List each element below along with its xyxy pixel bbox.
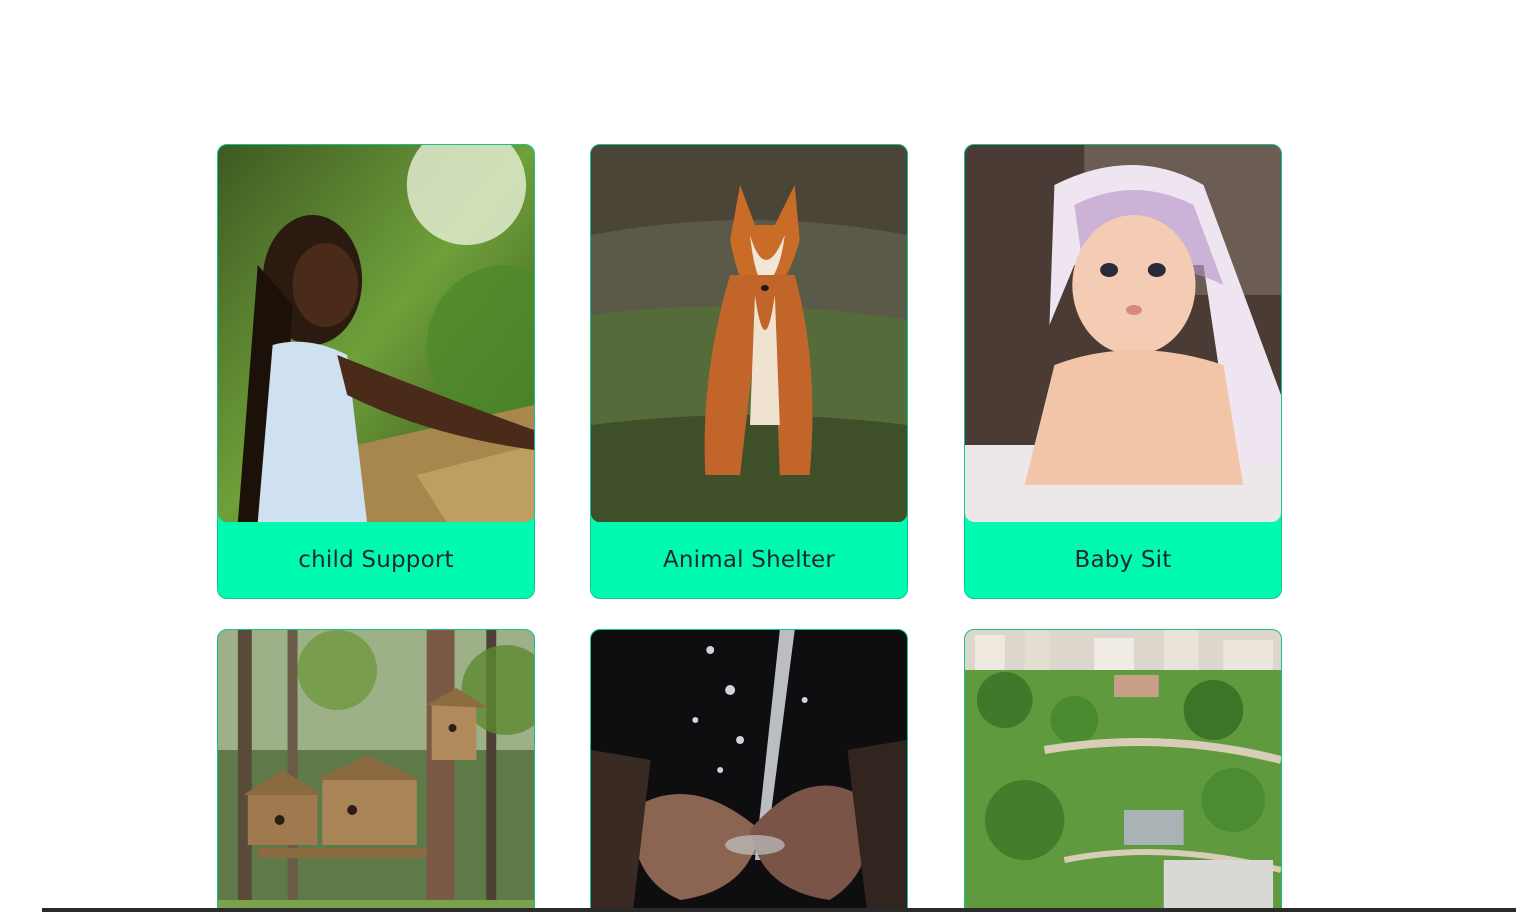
card-baby-sit[interactable]: Baby Sit bbox=[964, 144, 1282, 599]
card-child-support[interactable]: child Support bbox=[217, 144, 535, 599]
fox-photo bbox=[591, 145, 907, 522]
card-water[interactable] bbox=[590, 629, 908, 912]
card-birdhouses[interactable] bbox=[217, 629, 535, 912]
card-label: Animal Shelter bbox=[662, 547, 836, 573]
card-animal-shelter[interactable]: Animal Shelter bbox=[590, 144, 908, 599]
water-hands-photo bbox=[591, 630, 907, 912]
baby-blanket-photo bbox=[965, 145, 1281, 522]
bottom-scrollbar[interactable] bbox=[42, 908, 1516, 912]
page: child Support Animal Shelter Baby Sit bbox=[0, 0, 1516, 912]
card-label: child Support bbox=[298, 547, 454, 573]
city-park-aerial-photo bbox=[965, 630, 1281, 912]
card-label: Baby Sit bbox=[1074, 547, 1172, 573]
card-city-park[interactable] bbox=[964, 629, 1282, 912]
girl-outdoors-photo bbox=[218, 145, 534, 522]
birdhouses-forest-photo bbox=[218, 630, 534, 912]
